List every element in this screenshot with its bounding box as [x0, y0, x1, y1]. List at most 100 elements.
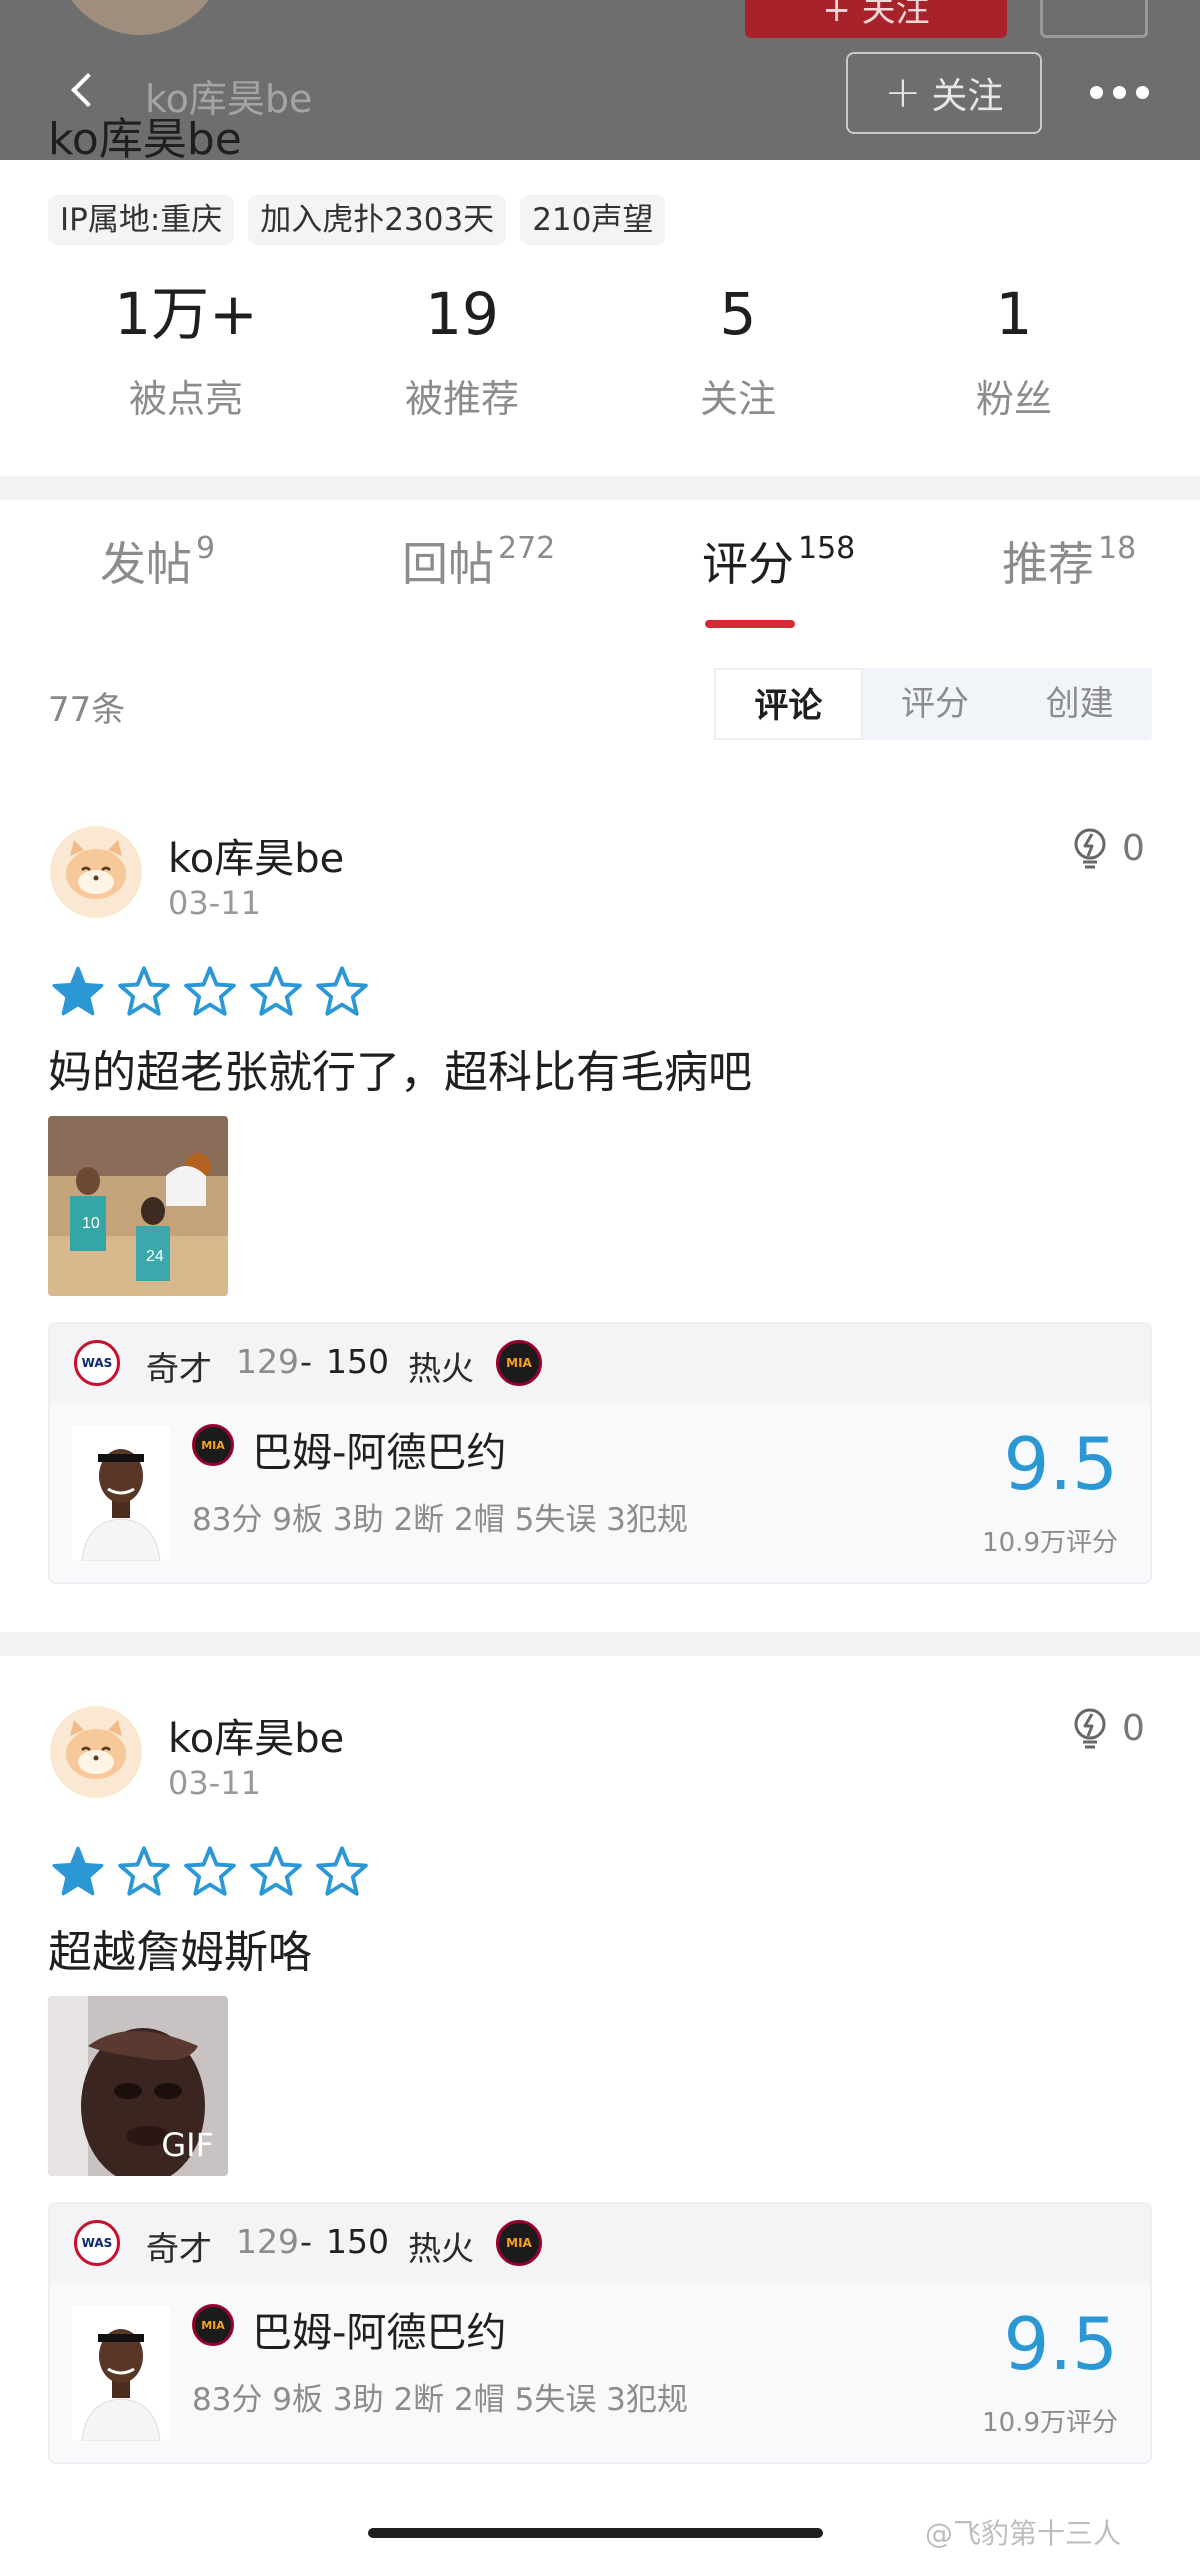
match-card[interactable]: WAS 奇才 129 - 150 热火 MIA MIA 巴姆-阿德巴约 83分 … — [48, 2202, 1152, 2464]
filter-segmented-control: 评论 评分 创建 — [714, 668, 1152, 740]
player-rating-row: MIA 巴姆-阿德巴约 83分 9板 3助 2断 2帽 5失误 3犯规 9.5 … — [50, 1404, 1150, 1582]
home-team-name: 热火 — [408, 2229, 474, 2268]
join-days-chip: 加入虎扑2303天 — [248, 195, 507, 245]
stat-recommended[interactable]: 19 被推荐 — [324, 278, 600, 423]
background-icon-box — [1040, 0, 1148, 38]
lightbulb-icon — [1074, 1708, 1106, 1749]
tab-count: 272 — [498, 531, 556, 566]
player-rating: 9.5 — [1003, 1422, 1118, 1506]
profile-tabs: 发帖 9 回帖 272 评分 158 推荐 18 — [0, 528, 1200, 618]
more-dots-icon[interactable] — [1090, 80, 1158, 104]
stat-label: 被推荐 — [404, 377, 519, 421]
light-count: 0 — [1122, 1707, 1145, 1749]
player-photo — [72, 2306, 170, 2441]
post-image[interactable]: 10 24 — [48, 1116, 228, 1296]
star-icon — [316, 1846, 368, 1896]
section-divider — [0, 476, 1200, 500]
tab-posts[interactable]: 发帖 9 — [100, 528, 215, 594]
post-date: 03-11 — [168, 884, 261, 922]
match-header: WAS 奇才 129 - 150 热火 MIA — [50, 1324, 1150, 1404]
player-rating: 9.5 — [1003, 2302, 1118, 2386]
stat-lit[interactable]: 1万+ 被点亮 — [48, 278, 324, 423]
player-team-logo: MIA — [192, 1424, 234, 1466]
watermark: @飞豹第十三人 — [925, 2517, 1122, 2550]
tab-label: 评分 — [702, 537, 794, 591]
stat-value: 5 — [719, 280, 757, 348]
star-icon — [250, 1846, 302, 1896]
stat-value: 19 — [425, 280, 499, 348]
segment-comments[interactable]: 评论 — [714, 668, 863, 740]
post-username[interactable]: ko库昊be — [168, 1706, 344, 1764]
player-stats: 83分 9板 3助 2断 2帽 5失误 3犯规 — [192, 2382, 688, 2418]
stat-value: 1 — [995, 280, 1033, 348]
active-tab-indicator — [705, 620, 795, 628]
tab-count: 158 — [798, 531, 856, 566]
post-username[interactable]: ko库昊be — [168, 826, 344, 884]
star-icon-filled — [52, 966, 104, 1016]
star-icon — [184, 966, 236, 1016]
star-icon — [184, 1846, 236, 1896]
avatar[interactable] — [50, 1706, 142, 1798]
home-team-name: 热火 — [408, 1349, 474, 1388]
light-button[interactable]: 0 — [1070, 826, 1145, 870]
away-score: 129 — [236, 2222, 299, 2261]
profile-chips: IP属地:重庆 加入虎扑2303天 210声望 — [48, 195, 666, 245]
away-team-name: 奇才 — [146, 1349, 212, 1388]
lightbulb-icon — [1074, 828, 1106, 869]
segment-ratings[interactable]: 评分 — [863, 668, 1008, 740]
avatar[interactable] — [50, 826, 142, 918]
stat-value: 1万+ — [114, 280, 258, 348]
star-icon — [118, 966, 170, 1016]
profile-header: + 关注 ko库昊be ko库昊be + 关注 — [0, 0, 1200, 160]
home-score: 150 — [326, 1342, 389, 1381]
tab-recommendations[interactable]: 推荐 18 — [1002, 528, 1136, 594]
rating-count: 10.9万评分 — [982, 2408, 1118, 2438]
profile-name: ko库昊be — [48, 114, 242, 160]
svg-text:10: 10 — [82, 1215, 100, 1232]
post-gif[interactable]: GIF — [48, 1996, 228, 2176]
star-icon — [250, 966, 302, 1016]
score-separator: - — [300, 1342, 312, 1381]
light-button[interactable]: 0 — [1070, 1706, 1145, 1750]
star-icon — [118, 1846, 170, 1896]
star-rating — [52, 966, 368, 1016]
tab-ratings[interactable]: 评分 158 — [702, 528, 855, 594]
light-count: 0 — [1122, 827, 1145, 869]
stat-fans[interactable]: 1 粉丝 — [876, 278, 1152, 423]
stat-label: 关注 — [699, 377, 776, 421]
player-team-logo: MIA — [192, 2304, 234, 2346]
away-team-logo: WAS — [74, 2220, 120, 2266]
reputation-chip: 210声望 — [520, 195, 666, 245]
tab-count: 18 — [1098, 531, 1137, 566]
tab-label: 发帖 — [100, 537, 192, 591]
star-rating — [52, 1846, 368, 1896]
rating-count: 10.9万评分 — [982, 1528, 1118, 1558]
plus-icon: + — [884, 67, 922, 118]
ip-location-chip: IP属地:重庆 — [48, 195, 235, 245]
player-name: 巴姆-阿德巴约 — [252, 2310, 507, 2356]
svg-text:24: 24 — [146, 1248, 164, 1265]
match-card[interactable]: WAS 奇才 129 - 150 热火 MIA MIA 巴姆-阿德巴约 83分 … — [48, 1322, 1152, 1584]
player-photo — [72, 1426, 170, 1561]
post-divider — [0, 1632, 1200, 1656]
player-name: 巴姆-阿德巴约 — [252, 1430, 507, 1476]
home-indicator[interactable] — [368, 2528, 823, 2538]
tab-count: 9 — [196, 531, 216, 566]
result-count: 77条 — [48, 690, 126, 730]
follow-button-label: 关注 — [931, 76, 1004, 117]
player-stats: 83分 9板 3助 2断 2帽 5失误 3犯规 — [192, 1502, 688, 1538]
player-rating-row: MIA 巴姆-阿德巴约 83分 9板 3助 2断 2帽 5失误 3犯规 9.5 … — [50, 2284, 1150, 2462]
star-icon — [316, 966, 368, 1016]
score-separator: - — [300, 2222, 312, 2261]
follow-button[interactable]: + 关注 — [846, 52, 1042, 134]
post-text: 超越詹姆斯咯 — [48, 1927, 312, 1978]
stat-label: 被点亮 — [128, 377, 243, 421]
segment-created[interactable]: 创建 — [1007, 668, 1152, 740]
away-team-logo: WAS — [74, 1340, 120, 1386]
away-team-name: 奇才 — [146, 2229, 212, 2268]
stat-following[interactable]: 5 关注 — [600, 278, 876, 423]
gif-badge: GIF — [161, 2126, 214, 2164]
tab-replies[interactable]: 回帖 272 — [402, 528, 555, 594]
match-header: WAS 奇才 129 - 150 热火 MIA — [50, 2204, 1150, 2284]
stat-label: 粉丝 — [975, 377, 1052, 421]
